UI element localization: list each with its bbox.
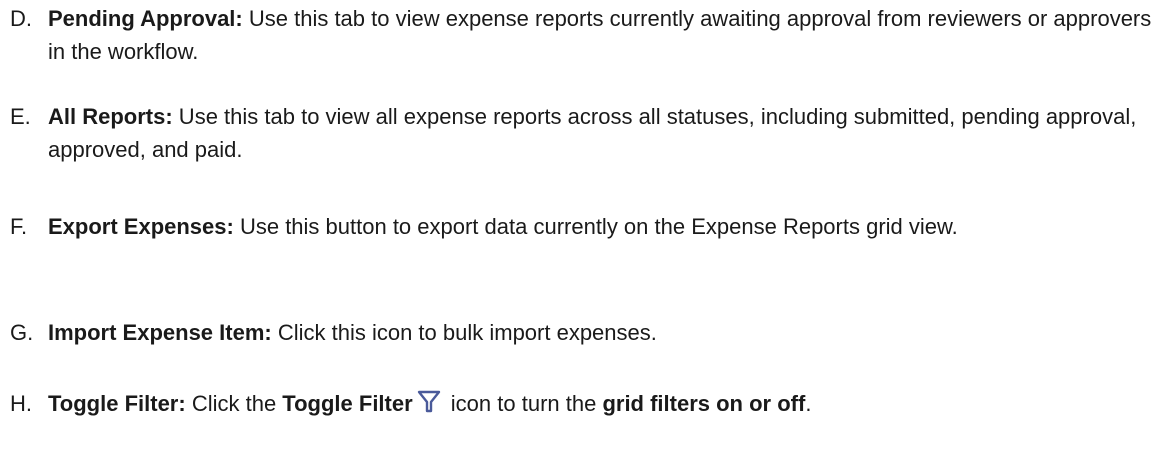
list-marker: F.: [10, 214, 28, 239]
list-item-term: Pending Approval:: [48, 6, 243, 31]
grid-filters-label: grid filters on or off: [602, 391, 806, 416]
list-item-toggle-filter: H. Toggle Filter: Click the Toggle Filte…: [10, 387, 1160, 420]
list-item-text: icon to turn the: [444, 391, 603, 416]
list-item-description: Click this icon to bulk import expenses.: [271, 320, 657, 345]
list-item-all-reports: E. All Reports: Use this tab to view all…: [10, 100, 1160, 166]
filter-icon: [417, 389, 441, 415]
list-marker: D.: [10, 6, 32, 31]
list-item-description: Use this button to export data currently…: [233, 214, 958, 239]
list-item-export-expenses: F. Export Expenses: Use this button to e…: [10, 210, 1160, 243]
list-item-term: Toggle Filter:: [48, 391, 186, 416]
list-item-content: Toggle Filter: Click the Toggle Filter i…: [48, 387, 1160, 420]
list-item-text: .: [805, 391, 812, 416]
list-item-term: All Reports:: [48, 104, 173, 129]
list-item-description: Use this tab to view all expense reports…: [48, 104, 1137, 162]
list-item-term: Export Expenses:: [48, 214, 234, 239]
list-item-content: Pending Approval: Use this tab to view e…: [48, 2, 1160, 68]
list-item-content: All Reports: Use this tab to view all ex…: [48, 100, 1160, 166]
list-marker: E.: [10, 104, 31, 129]
toggle-filter-label: Toggle Filter: [282, 391, 413, 416]
list-item-pending-approval: D. Pending Approval: Use this tab to vie…: [10, 2, 1160, 68]
list-item-content: Import Expense Item: Click this icon to …: [48, 316, 1160, 349]
list-item-content: Export Expenses: Use this button to expo…: [48, 210, 1160, 243]
list-item-import-expense-item: G. Import Expense Item: Click this icon …: [10, 316, 1160, 349]
list-marker: G.: [10, 320, 34, 345]
list-marker: H.: [10, 391, 32, 416]
list-item-term: Import Expense Item:: [48, 320, 272, 345]
list-item-text: Click the: [185, 391, 283, 416]
